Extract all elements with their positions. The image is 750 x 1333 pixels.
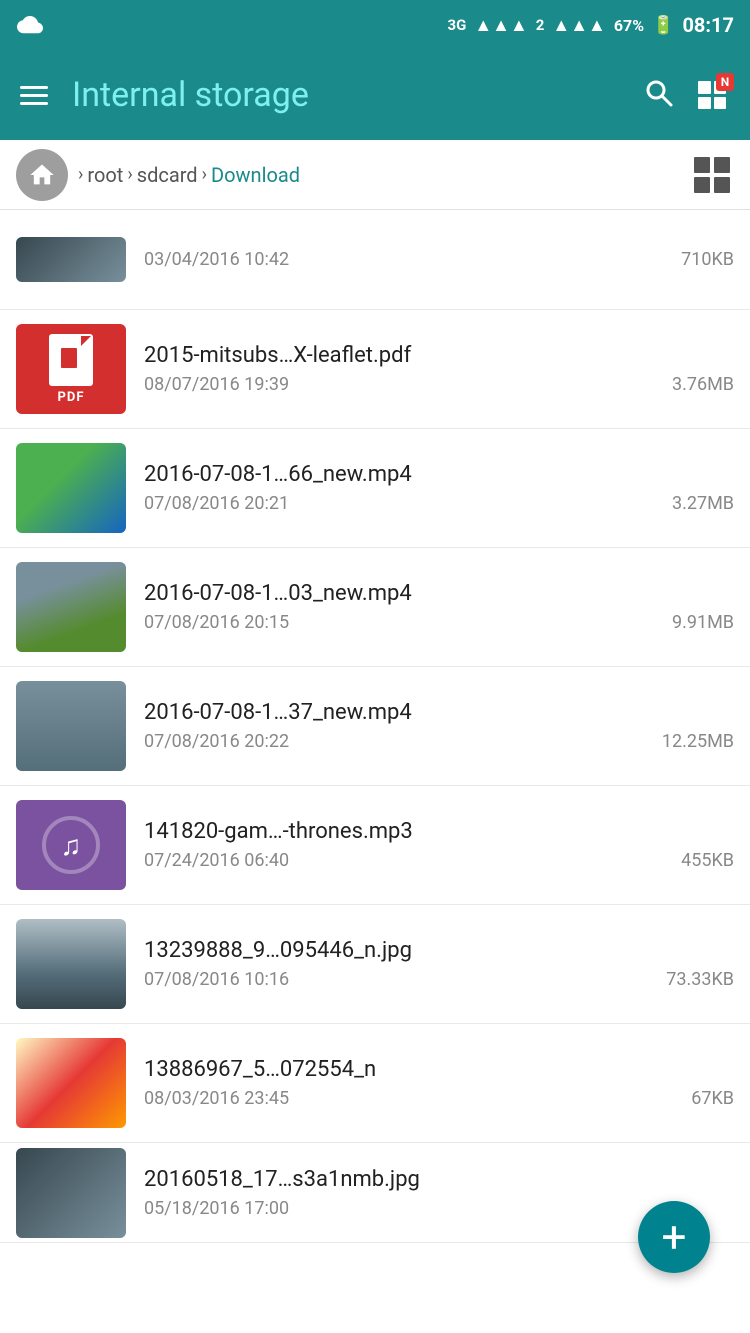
wifi-signal: 2 [536, 16, 545, 34]
file-thumbnail [16, 443, 126, 533]
breadcrumb-separator-1: › [78, 164, 83, 185]
file-thumbnail [16, 919, 126, 1009]
file-info: 2016-07-08-1…66_new.mp4 07/08/2016 20:21… [144, 462, 734, 514]
file-date: 07/24/2016 06:40 [144, 850, 289, 871]
file-meta: 07/08/2016 10:16 73.33KB [144, 969, 734, 990]
file-size: 3.27MB [672, 493, 734, 514]
file-size: 12.25MB [662, 731, 734, 752]
file-meta: 03/04/2016 10:42 710KB [144, 249, 734, 270]
top-bar: Internal storage N [0, 50, 750, 140]
home-button[interactable] [16, 149, 68, 201]
file-date: 07/08/2016 20:15 [144, 612, 289, 633]
file-info: 2015-mitsubs…X-leaflet.pdf 08/07/2016 19… [144, 343, 734, 395]
list-item[interactable]: 2016-07-08-1…66_new.mp4 07/08/2016 20:21… [0, 429, 750, 548]
file-size: 455KB [681, 850, 734, 871]
file-meta: 07/24/2016 06:40 455KB [144, 850, 734, 871]
search-button[interactable] [642, 76, 674, 115]
file-date: 07/08/2016 10:16 [144, 969, 289, 990]
top-bar-actions: N [642, 76, 730, 115]
grid-menu-button[interactable]: N [694, 77, 730, 113]
cloud-icon [16, 14, 44, 36]
file-list: 03/04/2016 10:42 710KB PDF 2015-mitsubs…… [0, 210, 750, 1243]
file-thumbnail [16, 562, 126, 652]
hamburger-button[interactable] [20, 86, 48, 105]
file-thumbnail: PDF [16, 324, 126, 414]
list-item[interactable]: 2016-07-08-1…03_new.mp4 07/08/2016 20:15… [0, 548, 750, 667]
time-label: 08:17 [682, 13, 734, 37]
file-info: 03/04/2016 10:42 710KB [144, 249, 734, 270]
pdf-label: PDF [58, 390, 85, 405]
battery-label: 67% [614, 16, 644, 35]
list-item[interactable]: 2016-07-08-1…37_new.mp4 07/08/2016 20:22… [0, 667, 750, 786]
list-item[interactable]: PDF 2015-mitsubs…X-leaflet.pdf 08/07/201… [0, 310, 750, 429]
breadcrumb-separator-2: › [127, 164, 132, 185]
file-thumbnail [16, 681, 126, 771]
signal-bars: ▲▲▲ [474, 15, 527, 36]
file-thumbnail [16, 1038, 126, 1128]
grid-view-toggle[interactable] [690, 153, 734, 197]
breadcrumb-sdcard[interactable]: sdcard [137, 163, 198, 187]
file-date: 07/08/2016 20:22 [144, 731, 289, 752]
status-bar-right: 3G ▲▲▲ 2 ▲▲▲ 67% 🔋 08:17 [447, 13, 734, 37]
file-date: 03/04/2016 10:42 [144, 249, 289, 270]
list-item[interactable]: 13886967_5…072554_n 08/03/2016 23:45 67K… [0, 1024, 750, 1143]
file-meta: 07/08/2016 20:21 3.27MB [144, 493, 734, 514]
music-icon [42, 816, 100, 874]
file-date: 08/07/2016 19:39 [144, 374, 289, 395]
file-name: 13886967_5…072554_n [144, 1057, 734, 1082]
signal2: ▲▲▲ [552, 15, 605, 36]
file-info: 2016-07-08-1…03_new.mp4 07/08/2016 20:15… [144, 581, 734, 633]
add-button[interactable]: + [638, 1201, 710, 1273]
page-title: Internal storage [72, 75, 642, 115]
file-size: 710KB [681, 249, 734, 270]
breadcrumb-separator-3: › [202, 164, 207, 185]
file-meta: 08/07/2016 19:39 3.76MB [144, 374, 734, 395]
file-size: 73.33KB [666, 969, 734, 990]
file-thumbnail [16, 1148, 126, 1238]
network-label: 3G [447, 16, 466, 34]
file-thumbnail [16, 800, 126, 890]
file-date: 05/18/2016 17:00 [144, 1198, 289, 1219]
breadcrumb: › root › sdcard › Download [78, 163, 690, 187]
file-thumbnail [16, 237, 126, 282]
file-name: 20160518_17…s3a1nmb.jpg [144, 1167, 734, 1192]
file-info: 2016-07-08-1…37_new.mp4 07/08/2016 20:22… [144, 700, 734, 752]
file-size: 9.91MB [672, 612, 734, 633]
status-bar-left [16, 14, 44, 36]
file-info: 13239888_9…095446_n.jpg 07/08/2016 10:16… [144, 938, 734, 990]
file-info: 20160518_17…s3a1nmb.jpg 05/18/2016 17:00 [144, 1167, 734, 1219]
file-name: 2016-07-08-1…03_new.mp4 [144, 581, 734, 606]
breadcrumb-bar: › root › sdcard › Download [0, 140, 750, 210]
file-name: 2016-07-08-1…66_new.mp4 [144, 462, 734, 487]
file-info: 13886967_5…072554_n 08/03/2016 23:45 67K… [144, 1057, 734, 1109]
file-name: 2015-mitsubs…X-leaflet.pdf [144, 343, 734, 368]
file-date: 07/08/2016 20:21 [144, 493, 289, 514]
file-size: 67KB [691, 1088, 734, 1109]
battery-icon: 🔋 [652, 15, 674, 36]
list-item[interactable]: 20160518_17…s3a1nmb.jpg 05/18/2016 17:00 [0, 1143, 750, 1243]
file-meta: 07/08/2016 20:22 12.25MB [144, 731, 734, 752]
pdf-doc-icon [49, 334, 93, 386]
list-item[interactable]: 141820-gam…-thrones.mp3 07/24/2016 06:40… [0, 786, 750, 905]
file-meta: 07/08/2016 20:15 9.91MB [144, 612, 734, 633]
file-size: 3.76MB [672, 374, 734, 395]
status-bar: 3G ▲▲▲ 2 ▲▲▲ 67% 🔋 08:17 [0, 0, 750, 50]
file-name: 13239888_9…095446_n.jpg [144, 938, 734, 963]
breadcrumb-root[interactable]: root [87, 163, 123, 187]
file-meta: 08/03/2016 23:45 67KB [144, 1088, 734, 1109]
breadcrumb-download[interactable]: Download [211, 163, 300, 187]
list-item[interactable]: 13239888_9…095446_n.jpg 07/08/2016 10:16… [0, 905, 750, 1024]
file-name: 141820-gam…-thrones.mp3 [144, 819, 734, 844]
n-badge: N [716, 73, 734, 91]
file-name: 2016-07-08-1…37_new.mp4 [144, 700, 734, 725]
file-info: 141820-gam…-thrones.mp3 07/24/2016 06:40… [144, 819, 734, 871]
list-item[interactable]: 03/04/2016 10:42 710KB [0, 210, 750, 310]
file-date: 08/03/2016 23:45 [144, 1088, 289, 1109]
